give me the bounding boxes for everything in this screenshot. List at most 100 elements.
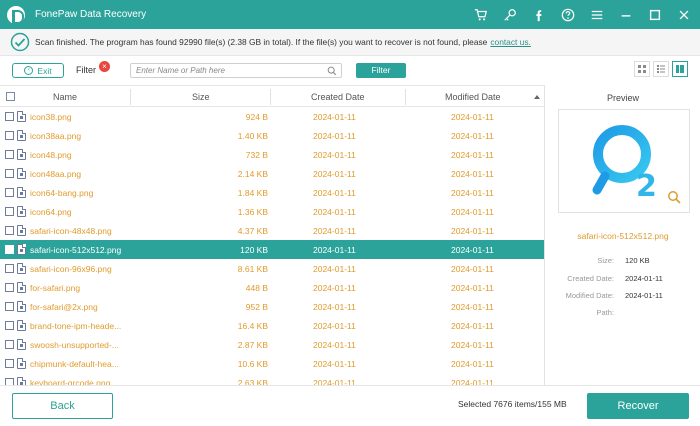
file-name-cell: for-safari@2x.png [30,302,98,312]
search-box [130,63,342,78]
row-checkbox[interactable] [5,150,14,159]
column-header-modified-date[interactable]: Modified Date [445,92,501,102]
row-checkbox[interactable] [5,264,14,273]
table-row[interactable]: icon48.png 732 B 2024-01-11 2024-01-11 [0,145,544,164]
clear-filter-icon[interactable]: × [99,61,110,72]
created-date-cell: 2024-01-11 [313,112,356,122]
meta-size-value: 120 KB [625,256,650,265]
row-checkbox[interactable] [5,207,14,216]
file-name-cell: icon64-bang.png [30,188,94,198]
image-file-icon [17,377,26,385]
table-row[interactable]: keyboard-qrcode.png 2.63 KB 2024-01-11 2024… [0,373,544,385]
exit-label: Exit [37,65,52,76]
detail-view-icon[interactable] [672,61,688,77]
row-checkbox[interactable] [5,378,14,385]
file-name-cell: chipmunk-default-hea... [30,359,119,369]
created-date-cell: 2024-01-11 [313,378,356,385]
image-file-icon [17,301,26,312]
column-divider [130,89,131,105]
row-checkbox[interactable] [5,226,14,235]
table-row[interactable]: chipmunk-default-hea... 10.6 KB 2024-01-11… [0,354,544,373]
column-header-created-date[interactable]: Created Date [311,92,365,102]
scan-status-bar: Scan finished. The program has found 929… [0,29,700,56]
table-row[interactable]: safari-icon-48x48.png 4.37 KB 2024-01-11 20… [0,221,544,240]
modified-date-cell: 2024-01-11 [451,302,494,312]
maximize-icon[interactable] [647,7,663,23]
row-checkbox[interactable] [5,321,14,330]
file-name-cell: safari-icon-512x512.png [30,245,122,255]
created-date-cell: 2024-01-11 [313,131,356,141]
modified-date-cell: 2024-01-11 [451,188,494,198]
file-size-cell: 120 KB [240,245,268,255]
file-size-cell: 952 B [245,302,268,312]
sort-ascending-icon[interactable] [534,95,540,99]
table-row[interactable]: icon64.png 1.36 KB 2024-01-11 2024-01-11 [0,202,544,221]
table-row[interactable]: safari-icon-512x512.png 120 KB 2024-01-11 2… [0,240,544,259]
row-checkbox[interactable] [5,188,14,197]
facebook-icon[interactable] [531,7,547,23]
exit-button[interactable]: ‹ Exit [12,63,64,78]
title-bar-actions [473,0,692,29]
row-checkbox[interactable] [5,340,14,349]
file-size-cell: 4.37 KB [237,226,268,236]
created-date-cell: 2024-01-11 [313,207,356,217]
table-row[interactable]: icon38.png 924 B 2024-01-11 2024-01-11 [0,107,544,126]
select-all-checkbox[interactable] [6,92,15,101]
footer-bar: Back Selected 7676 items/155 MB Recover [0,385,700,426]
row-checkbox[interactable] [5,283,14,292]
cart-icon[interactable] [473,7,489,23]
image-file-icon [17,149,26,160]
modified-date-cell: 2024-01-11 [451,359,494,369]
modified-date-cell: 2024-01-11 [451,283,494,293]
table-row[interactable]: icon64-bang.png 1.84 KB 2024-01-11 2024-01-… [0,183,544,202]
row-checkbox[interactable] [5,112,14,121]
table-row[interactable]: for-safari@2x.png 952 B 2024-01-11 2024-01-… [0,297,544,316]
row-checkbox[interactable] [5,302,14,311]
table-row[interactable]: icon38aa.png 1.40 KB 2024-01-11 2024-01-11 [0,126,544,145]
image-file-icon [17,187,26,198]
filter-button[interactable]: Filter [356,63,406,78]
file-size-cell: 2.87 KB [237,340,268,350]
key-icon[interactable] [502,7,518,23]
image-file-icon [17,244,26,255]
minimize-icon[interactable] [618,7,634,23]
table-row[interactable]: icon48aa.png 2.14 KB 2024-01-11 2024-01-11 [0,164,544,183]
image-file-icon [17,263,26,274]
table-row[interactable]: for-safari.png 448 B 2024-01-11 2024-01-11 [0,278,544,297]
zoom-icon[interactable] [667,190,681,204]
modified-date-cell: 2024-01-11 [451,207,494,217]
back-button[interactable]: Back [12,393,113,419]
preview-title: Preview [606,93,639,103]
file-name-cell: safari-icon-96x96.png [30,264,112,274]
image-file-icon [17,320,26,331]
recover-button[interactable]: Recover [587,393,689,419]
table-row[interactable]: swoosh-unsupported-... 2.87 KB 2024-01-11 2… [0,335,544,354]
modified-date-cell: 2024-01-11 [451,226,494,236]
grid-view-icon[interactable] [634,61,650,77]
app-title: FonePaw Data Recovery [35,9,147,20]
search-input[interactable] [136,66,326,75]
file-size-cell: 1.84 KB [237,188,268,198]
row-checkbox[interactable] [5,359,14,368]
image-file-icon [17,130,26,141]
row-checkbox[interactable] [5,169,14,178]
table-row[interactable]: brand-tone-ipm-heade... 16.4 KB 2024-01-11… [0,316,544,335]
table-header: Name Size Created Date Modified Date [0,85,544,107]
close-icon[interactable] [676,7,692,23]
file-size-cell: 2.63 KB [237,378,268,385]
image-file-icon [17,206,26,217]
row-checkbox[interactable] [5,245,14,254]
row-checkbox[interactable] [5,131,14,140]
contact-us-link[interactable]: contact us. [490,37,531,47]
scan-status-text: Scan finished. The program has found 929… [35,37,488,47]
meta-path-label: Path: [596,308,614,317]
search-icon[interactable] [327,66,337,76]
column-header-size[interactable]: Size [192,92,210,102]
modified-date-cell: 2024-01-11 [451,150,494,160]
list-view-icon[interactable] [653,61,669,77]
help-icon[interactable] [560,7,576,23]
table-row[interactable]: safari-icon-96x96.png 8.61 KB 2024-01-11 20… [0,259,544,278]
column-header-name[interactable]: Name [53,92,77,102]
menu-icon[interactable] [589,7,605,23]
modified-date-cell: 2024-01-11 [451,245,494,255]
